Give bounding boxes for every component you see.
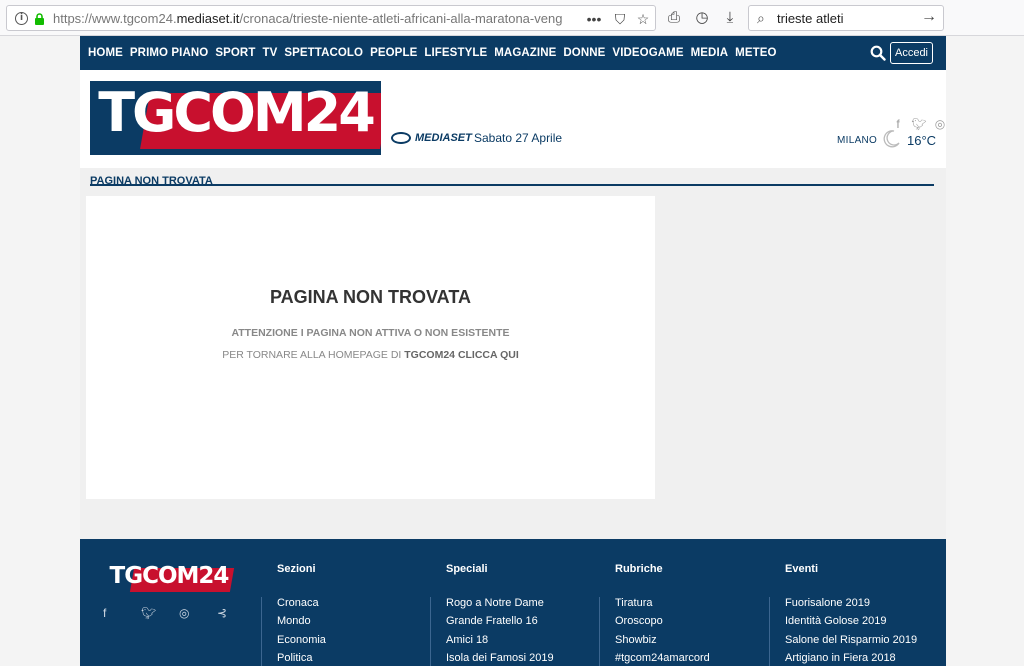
site-logo[interactable]: TGCOM24 (90, 81, 381, 155)
footer-link[interactable]: #tgcom24amarcord (615, 652, 775, 666)
error-panel: PAGINA NON TROVATA ATTENZIONE I PAGINA N… (86, 196, 655, 499)
footer-column-sezioni: Sezioni Cronaca Mondo Economia Politica (261, 563, 437, 666)
info-icon[interactable]: i (15, 12, 28, 25)
twitter-icon[interactable]: 🐦︎ (141, 606, 179, 620)
footer-link[interactable]: Fuorisalone 2019 (785, 597, 945, 615)
nav-item-spettacolo[interactable]: SPETTACOLO (284, 47, 363, 59)
mediaset-biscione-icon (391, 132, 411, 144)
download-icon[interactable]: ⤓ (720, 8, 740, 28)
mediaset-logo[interactable]: MEDIASET (391, 130, 472, 146)
footer-link[interactable]: Tiratura (615, 597, 775, 615)
error-message: ATTENZIONE I PAGINA NON ATTIVA O NON ESI… (231, 327, 510, 339)
page-actions-icon[interactable]: ••• (584, 9, 604, 29)
search-bar[interactable]: ⌕ trieste atleti → (748, 5, 944, 31)
pocket-icon[interactable]: ⛉ (610, 9, 630, 29)
footer-link[interactable]: Rogo a Notre Dame (446, 597, 606, 615)
footer-link[interactable]: Amici 18 (446, 634, 606, 652)
breadcrumb-divider (90, 184, 934, 186)
footer-link[interactable]: Showbiz (615, 634, 775, 652)
nav-item-home[interactable]: HOME (88, 47, 123, 59)
login-button[interactable]: Accedi (890, 42, 933, 64)
instagram-icon[interactable]: ◎ (932, 117, 948, 131)
bookmark-star-icon[interactable]: ☆ (633, 9, 653, 29)
footer-link-list: Rogo a Notre Dame Grande Fratello 16 Ami… (430, 597, 606, 666)
footer-link[interactable]: Isola dei Famosi 2019 (446, 652, 606, 666)
url-text[interactable]: https://www.tgcom24.mediaset.it/cronaca/… (53, 11, 563, 26)
weather-temperature: 16°C (907, 133, 937, 148)
print-icon[interactable]: ⎙ (664, 8, 684, 28)
nav-item-people[interactable]: PEOPLE (370, 47, 417, 59)
footer-link-list: Cronaca Mondo Economia Politica (261, 597, 437, 666)
site-header: TGCOM24 MEDIASET Sabato 27 Aprile f 🐦︎ ◎… (80, 70, 946, 168)
browser-toolbar: i https://www.tgcom24.mediaset.it/cronac… (0, 0, 1024, 36)
facebook-icon[interactable]: f (103, 606, 141, 620)
moon-icon (883, 130, 900, 148)
footer-column-rubriche: Rubriche Tiratura Oroscopo Showbiz #tgco… (599, 563, 775, 666)
footer-column-title: Speciali (446, 563, 488, 575)
footer-link[interactable]: Mondo (277, 615, 437, 633)
instagram-icon[interactable]: ◎ (179, 606, 217, 620)
footer-link[interactable]: Cronaca (277, 597, 437, 615)
nav-item-sport[interactable]: SPORT (215, 47, 255, 59)
page: HOME PRIMO PIANO SPORT TV SPETTACOLO PEO… (80, 36, 946, 666)
twitter-icon[interactable]: 🐦︎ (911, 117, 927, 131)
nav-item-lifestyle[interactable]: LIFESTYLE (424, 47, 487, 59)
footer-link[interactable]: Economia (277, 634, 437, 652)
footer-column-speciali: Speciali Rogo a Notre Dame Grande Fratel… (430, 563, 606, 666)
current-date: Sabato 27 Aprile (474, 131, 563, 145)
search-input[interactable]: trieste atleti (777, 11, 843, 26)
footer-column-eventi: Eventi Fuorisalone 2019 Identità Golose … (769, 563, 945, 666)
error-title: PAGINA NON TROVATA (270, 287, 471, 307)
nav-item-videogame[interactable]: VIDEOGAME (612, 47, 683, 59)
weather-city[interactable]: MILANO (837, 135, 877, 146)
url-bar[interactable]: i https://www.tgcom24.mediaset.it/cronac… (6, 5, 656, 31)
footer-link-list: Fuorisalone 2019 Identità Golose 2019 Sa… (769, 597, 945, 666)
search-icon[interactable] (870, 45, 886, 61)
error-homepage-hint: PER TORNARE ALLA HOMEPAGE DI TGCOM24 CLI… (222, 349, 519, 361)
footer-logo[interactable]: TGCOM24 (104, 563, 235, 595)
search-icon: ⌕ (757, 10, 765, 26)
nav-item-tv[interactable]: TV (262, 47, 277, 59)
lock-icon (35, 13, 44, 25)
nav-item-meteo[interactable]: METEO (735, 47, 776, 59)
footer-link[interactable]: Grande Fratello 16 (446, 615, 606, 633)
main-nav: HOME PRIMO PIANO SPORT TV SPETTACOLO PEO… (80, 36, 946, 70)
homepage-link[interactable]: TGCOM24 CLICCA QUI (404, 349, 519, 361)
footer-link-list: Tiratura Oroscopo Showbiz #tgcom24amarco… (599, 597, 775, 666)
footer-link[interactable]: Salone del Risparmio 2019 (785, 634, 945, 652)
footer-link[interactable]: Identità Golose 2019 (785, 615, 945, 633)
nav-item-donne[interactable]: DONNE (563, 47, 605, 59)
site-footer: TGCOM24 f 🐦︎ ◎ ⊰ Sezioni Cronaca Mondo E… (80, 539, 946, 666)
rss-icon[interactable]: ⊰ (217, 606, 255, 620)
footer-column-title: Sezioni (277, 563, 316, 575)
footer-link[interactable]: Artigiano in Fiera 2018 (785, 652, 945, 666)
footer-column-title: Eventi (785, 563, 819, 575)
footer-link[interactable]: Oroscopo (615, 615, 775, 633)
footer-column-title: Rubriche (615, 563, 663, 575)
nav-items: HOME PRIMO PIANO SPORT TV SPETTACOLO PEO… (88, 36, 784, 70)
footer-social-links: f 🐦︎ ◎ ⊰ (103, 606, 255, 620)
search-go-icon[interactable]: → (921, 8, 937, 26)
nav-item-magazine[interactable]: MAGAZINE (494, 47, 556, 59)
nav-item-primo-piano[interactable]: PRIMO PIANO (130, 47, 208, 59)
nav-item-media[interactable]: MEDIA (691, 47, 729, 59)
footer-link[interactable]: Politica (277, 652, 437, 666)
history-icon[interactable]: ◷ (692, 8, 712, 28)
